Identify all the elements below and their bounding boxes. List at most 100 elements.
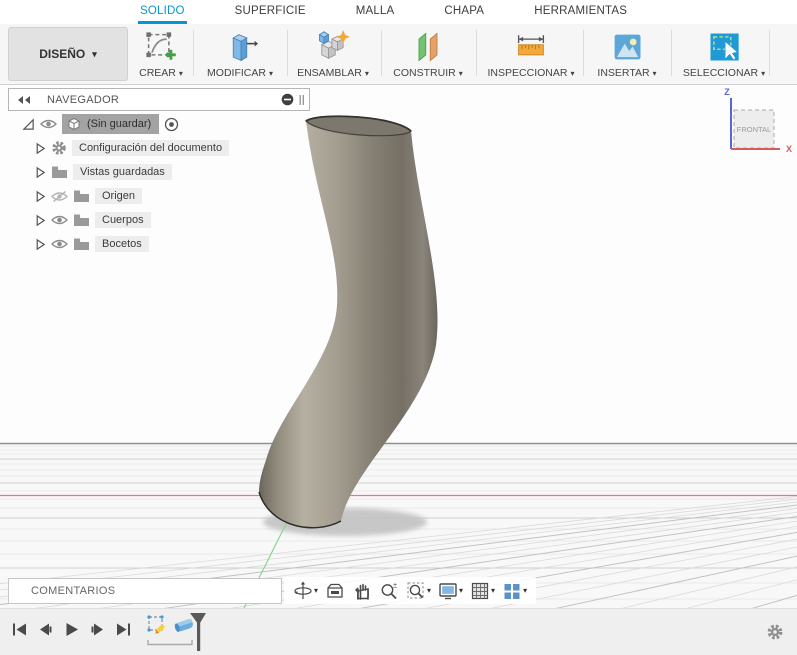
document-pill[interactable]: (Sin guardar) — [62, 114, 160, 134]
collapsed-arrow-icon[interactable] — [34, 190, 46, 203]
collapsed-arrow-icon[interactable] — [34, 142, 46, 155]
chevron-down-icon: ▾ — [92, 48, 97, 59]
panel-grip-icon[interactable] — [299, 94, 305, 106]
toolbar-group-modificar[interactable]: MODIFICAR ▾ — [197, 27, 283, 79]
look-at-button[interactable] — [323, 580, 347, 602]
chevron-down-icon: ▾ — [364, 68, 369, 78]
document-name: (Sin guardar) — [87, 118, 152, 130]
tab-solido[interactable]: SOLIDO — [138, 0, 187, 24]
viewcube[interactable]: FRONTAL Z X — [710, 86, 796, 162]
play-button[interactable] — [64, 622, 79, 637]
svg-text:±: ± — [393, 581, 397, 590]
remove-panel-icon[interactable] — [281, 93, 294, 106]
viewports-button[interactable]: ▾ — [500, 580, 529, 602]
visibility-eye-icon[interactable] — [51, 238, 68, 250]
expanded-arrow-icon[interactable] — [22, 117, 35, 131]
toolbar-group-label: CONSTRUIR — [393, 67, 456, 79]
go-to-start-button[interactable] — [12, 622, 27, 637]
tree-row-origin[interactable]: Origen — [22, 184, 229, 208]
fit-zoom-window-icon — [407, 582, 424, 598]
chevron-down-icon: ▾ — [491, 586, 496, 595]
tree-row-saved-views[interactable]: Vistas guardadas — [22, 160, 229, 184]
navigator-panel-header[interactable]: NAVEGADOR — [8, 88, 310, 111]
fusion-window: SOLIDO SUPERFICIE MALLA CHAPA HERRAMIENT… — [0, 0, 797, 655]
chevron-down-icon: ▾ — [570, 68, 575, 78]
gear-icon — [52, 141, 66, 155]
go-to-end-button[interactable] — [116, 622, 131, 637]
collapsed-arrow-icon[interactable] — [34, 238, 46, 251]
step-forward-button[interactable] — [90, 622, 105, 637]
zoom-icon: ± — [381, 581, 397, 599]
tree-item-label[interactable]: Bocetos — [95, 236, 149, 252]
tree-row-sketches[interactable]: Bocetos — [22, 232, 229, 256]
activate-component-radio-icon[interactable] — [164, 117, 179, 132]
comments-panel[interactable]: COMENTARIOS — [8, 578, 282, 604]
toolbar-group-label: INSERTAR — [597, 67, 650, 79]
timeline-position-marker[interactable] — [189, 612, 207, 652]
collapsed-arrow-icon[interactable] — [34, 214, 46, 227]
toolbar-group-ensamblar[interactable]: ENSAMBLAR ▾ — [289, 27, 377, 79]
construct-planes-icon — [410, 27, 446, 67]
tree-item-label[interactable]: Configuración del documento — [72, 140, 230, 156]
toolbar-group-inspeccionar[interactable]: INSPECCIONAR ▾ — [484, 27, 578, 79]
toolbar-group-label: SELECCIONAR — [682, 67, 759, 79]
toolbar-group-label: INSPECCIONAR — [487, 67, 568, 79]
design-menu-button[interactable]: DISEÑO ▾ — [8, 27, 128, 81]
chevron-down-icon: ▾ — [652, 68, 657, 78]
visibility-eye-off-icon[interactable] — [51, 190, 68, 203]
visibility-eye-icon[interactable] — [51, 214, 68, 226]
toolbar-group-label: MODIFICAR — [207, 67, 266, 79]
orbit-icon — [294, 581, 312, 599]
grid-settings-button[interactable]: ▾ — [468, 580, 497, 602]
toolbar-group-crear[interactable]: CREAR ▾ — [123, 27, 199, 79]
tab-superficie[interactable]: SUPERFICIE — [233, 0, 308, 24]
tree-row-bodies[interactable]: Cuerpos — [22, 208, 229, 232]
sketch-feature-icon[interactable] — [146, 614, 166, 636]
timeline-settings-gear-icon[interactable] — [766, 623, 784, 641]
collapse-panel-icon[interactable] — [17, 95, 31, 105]
measure-icon — [513, 27, 549, 67]
timeline-group-bracket — [147, 640, 193, 646]
tab-malla[interactable]: MALLA — [354, 0, 397, 24]
tree-item-label[interactable]: Vistas guardadas — [73, 164, 172, 180]
tree-row-document[interactable]: (Sin guardar) — [22, 112, 229, 136]
tab-herramientas[interactable]: HERRAMIENTAS — [532, 0, 629, 24]
press-pull-icon — [222, 27, 258, 67]
comments-label: COMENTARIOS — [31, 585, 116, 597]
tree-row-document-settings[interactable]: Configuración del documento — [22, 136, 230, 160]
component-cube-icon — [68, 117, 80, 131]
chevron-down-icon: ▾ — [523, 586, 528, 595]
tree-item-label[interactable]: Cuerpos — [95, 212, 151, 228]
viewcube-z-label: Z — [724, 87, 730, 97]
pan-hand-icon — [355, 583, 369, 600]
chevron-down-icon: ▾ — [178, 68, 183, 78]
toolbar-group-seleccionar[interactable]: SELECCIONAR ▾ — [679, 27, 769, 79]
tree-item-label[interactable]: Origen — [95, 188, 143, 204]
sketch-create-icon — [143, 27, 179, 67]
design-menu-label: DISEÑO — [39, 47, 86, 61]
collapsed-arrow-icon[interactable] — [34, 166, 46, 179]
pan-button[interactable] — [350, 580, 374, 602]
ribbon-toolbar: DISEÑO ▾ CREAR ▾ MODIFICAR ▾ ENSAMBLAR ▾… — [0, 24, 797, 85]
zoom-button[interactable]: ± — [377, 580, 401, 602]
tab-chapa[interactable]: CHAPA — [442, 0, 486, 24]
select-icon — [706, 27, 742, 67]
navigator-tree: (Sin guardar) Configuración del document… — [22, 112, 230, 256]
timeline-playback-controls — [12, 622, 131, 637]
orbit-button[interactable]: ▾ — [291, 580, 320, 602]
toolbar-group-label: ENSAMBLAR — [297, 67, 362, 79]
navigator-title: NAVEGADOR — [47, 93, 120, 106]
view-navigation-toolbar: ▾ ± ▾ ▾ ▾ ▾ — [284, 577, 537, 604]
chevron-down-icon: ▾ — [427, 586, 432, 595]
folder-icon — [74, 214, 89, 226]
visibility-eye-icon[interactable] — [40, 118, 57, 130]
fit-button[interactable]: ▾ — [404, 580, 433, 602]
toolbar-group-insertar[interactable]: INSERTAR ▾ — [592, 27, 662, 79]
assemble-icon — [315, 27, 351, 67]
folder-icon — [52, 166, 67, 178]
step-back-button[interactable] — [38, 622, 53, 637]
toolbar-group-construir[interactable]: CONSTRUIR ▾ — [385, 27, 471, 79]
grid-settings-icon — [471, 582, 489, 599]
viewcube-face-label: FRONTAL — [737, 125, 771, 134]
display-settings-button[interactable]: ▾ — [436, 580, 465, 602]
